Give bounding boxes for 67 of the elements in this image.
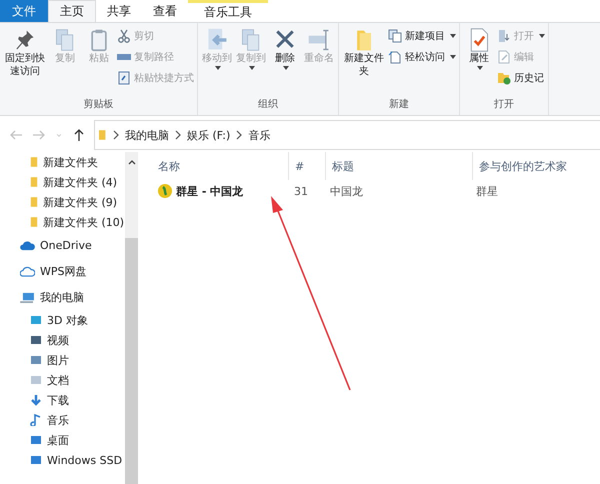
- cloud-icon: [20, 266, 35, 276]
- caret-icon: [450, 34, 456, 38]
- group-label: 剪贴板: [82, 98, 114, 112]
- ribbon-button[interactable]: 历史记: [497, 69, 545, 87]
- computer-icon: [20, 292, 35, 302]
- ribbon-button[interactable]: 固定到快速访问: [3, 25, 47, 97]
- folder-icon: [99, 128, 107, 142]
- sidebar-item[interactable]: 桌面: [0, 430, 125, 450]
- folder-icon: [30, 196, 38, 208]
- cloud-icon: [20, 240, 35, 250]
- caret-icon: [215, 66, 221, 70]
- ribbon-button[interactable]: 属性: [463, 25, 495, 97]
- music-file-icon: [158, 184, 172, 198]
- ribbon-tab[interactable]: 共享: [96, 0, 142, 22]
- table-cell-text: 群星: [475, 184, 499, 198]
- breadcrumb[interactable]: 我的电脑: [125, 128, 169, 142]
- table-cell-text: 中国龙: [329, 184, 364, 198]
- scroll-up-icon[interactable]: [128, 160, 136, 165]
- sidebar-item[interactable]: 图片: [0, 350, 125, 370]
- caret-icon: [283, 66, 289, 70]
- sidebar-item[interactable]: 新建文件夹 (10): [0, 212, 125, 232]
- breadcrumb[interactable]: 音乐: [248, 128, 270, 142]
- sidebar-item[interactable]: 视频: [0, 330, 125, 350]
- breadcrumb[interactable]: 娱乐 (F:): [187, 128, 230, 142]
- sidebar-item[interactable]: 新建文件夹 (4): [0, 172, 125, 192]
- sidebar-item[interactable]: 音乐: [0, 410, 125, 430]
- ribbon-tab[interactable]: 查看: [142, 0, 188, 22]
- caret-icon: [450, 55, 456, 59]
- column-header[interactable]: 标题: [326, 152, 473, 180]
- ribbon-button[interactable]: 删除: [269, 25, 301, 97]
- folder-icon: [30, 176, 38, 188]
- caret-icon: [249, 66, 255, 70]
- chevron-icon: [175, 130, 181, 140]
- sidebar-item[interactable]: 新建文件夹 (9): [0, 192, 125, 212]
- chevron-icon: [113, 130, 119, 140]
- sidebar-item[interactable]: 下载: [0, 390, 125, 410]
- scrollbar[interactable]: [125, 152, 138, 484]
- sidebar-item[interactable]: Windows SSD: [0, 450, 125, 470]
- sidebar-item[interactable]: OneDrive: [0, 232, 125, 258]
- sidebar-item[interactable]: 新建文件夹: [0, 152, 125, 172]
- column-header[interactable]: 参与创作的艺术家: [473, 152, 600, 180]
- download-icon: [30, 394, 42, 406]
- group-label: 打开: [493, 98, 515, 112]
- sidebar-item[interactable]: 文档: [0, 370, 125, 390]
- sidebar-item[interactable]: WPS网盘: [0, 258, 125, 284]
- column-header[interactable]: #: [289, 152, 326, 180]
- ribbon-button[interactable]: 新建项目: [388, 27, 456, 45]
- caret-icon: [539, 34, 545, 38]
- column-header[interactable]: 名称: [158, 152, 289, 180]
- group-label: 组织: [257, 98, 279, 112]
- edit-icon: [497, 50, 511, 64]
- folder-icon: [30, 216, 38, 228]
- group-label: 新建: [388, 98, 410, 112]
- chevron-icon: [236, 130, 242, 140]
- ribbon-button[interactable]: 新建文件夹: [342, 25, 386, 97]
- sidebar-item[interactable]: 3D 对象: [0, 310, 125, 330]
- table-cell-text: 31: [293, 184, 309, 198]
- caret-icon: [477, 66, 483, 70]
- ribbon-tab[interactable]: 主页: [48, 0, 96, 22]
- music-icon: [30, 414, 42, 426]
- address-bar[interactable]: 我的电脑 娱乐 (F:) 音乐: [94, 120, 600, 150]
- ribbon-tab[interactable]: 文件: [0, 0, 48, 22]
- ribbon-button[interactable]: 轻松访问: [388, 48, 456, 66]
- file-name[interactable]: 群星 - 中国龙: [176, 184, 244, 198]
- cut-icon: [117, 29, 131, 43]
- folder-icon: [30, 156, 38, 168]
- sidebar-item[interactable]: 我的电脑: [0, 284, 125, 310]
